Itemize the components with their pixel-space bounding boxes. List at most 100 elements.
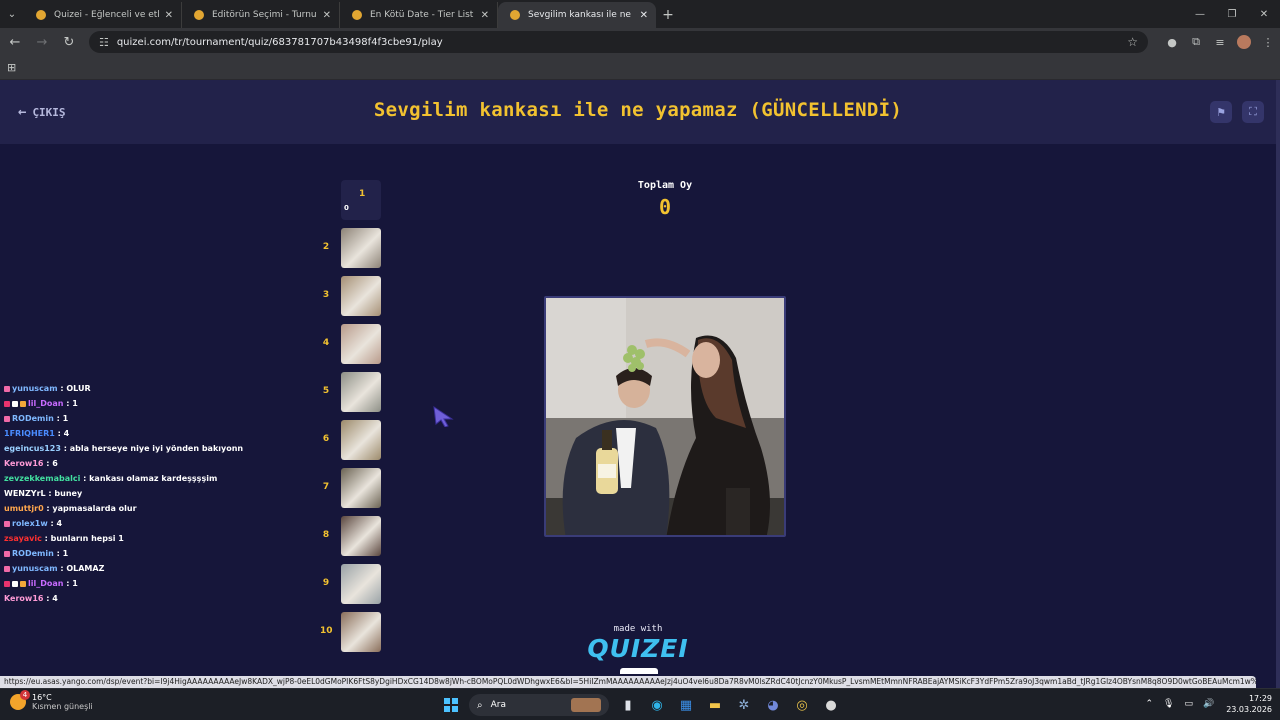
file-explorer-icon[interactable]: ▬ — [702, 693, 728, 717]
tab-title: Sevgilim kankası ile ne yapamaz — [528, 10, 634, 20]
ranking-item[interactable]: 9 — [320, 564, 390, 604]
browser-tab[interactable]: Editörün Seçimi - Turnuva - Quizei ✕ — [182, 2, 340, 28]
chat-message: WENZYrL : buney — [4, 486, 324, 501]
site-info-icon[interactable]: ☷ — [99, 36, 109, 49]
chat-separator: : — [43, 594, 53, 603]
ranking-item[interactable]: 5 — [320, 372, 390, 412]
puzzle-icon[interactable]: ⧉ — [1184, 30, 1208, 54]
page-title: Sevgilim kankası ile ne yapamaz (GÜNCELL… — [373, 99, 903, 121]
fullscreen-button[interactable]: ⛶ — [1242, 101, 1264, 123]
flag-report-button[interactable]: ⚑ — [1210, 101, 1232, 123]
favicon-icon — [510, 10, 520, 20]
url-text[interactable]: quizei.com/tr/tournament/quiz/683781707b… — [117, 37, 1127, 48]
chat-username[interactable]: RODemin — [12, 414, 54, 423]
chat-username[interactable]: 1FRIQHER1 — [4, 429, 55, 438]
ranking-item[interactable]: 8 — [320, 516, 390, 556]
tab-search-icon[interactable]: ⌄ — [0, 0, 24, 28]
close-tab-icon[interactable]: ✕ — [481, 10, 489, 21]
total-votes-value: 0 — [658, 195, 672, 219]
ranking-item-first[interactable]: 1 0 — [341, 180, 381, 220]
edge-browser-icon[interactable]: ◉ — [644, 693, 670, 717]
network-icon[interactable]: ▭ — [1184, 699, 1193, 709]
browser-tab[interactable]: Quizei - Eğlenceli ve etkileşimli ✕ — [24, 2, 182, 28]
chat-username[interactable]: umuttjr0 — [4, 504, 44, 513]
microphone-icon[interactable]: 🎙 — [1163, 699, 1174, 709]
weather-sun-icon: 4 — [10, 690, 30, 710]
task-view-icon[interactable]: ▮ — [615, 693, 641, 717]
window-controls: — ❐ ✕ — [1184, 0, 1280, 28]
chat-username[interactable]: Kerow16 — [4, 459, 43, 468]
apps-grid-icon[interactable]: ⊞ — [7, 61, 16, 74]
chat-badge-icon — [4, 580, 10, 587]
bookmarks-bar: ⊞ — [0, 56, 1280, 80]
forward-icon[interactable]: → — [30, 30, 54, 54]
profile-avatar[interactable] — [1232, 30, 1256, 54]
chat-separator: : — [47, 519, 57, 528]
chat-username[interactable]: Kerow16 — [4, 594, 43, 603]
chat-username[interactable]: rolex1w — [12, 519, 48, 528]
search-icon: ⌕ — [477, 699, 483, 711]
ranking-item[interactable]: 7 — [320, 468, 390, 508]
chat-username[interactable]: WENZYrL — [4, 489, 46, 498]
rank-number: 10 — [320, 626, 333, 636]
chat-message: RODemin : 1 — [4, 411, 324, 426]
chat-username[interactable]: yunuscam — [12, 384, 58, 393]
chat-separator: : — [63, 399, 73, 408]
extension-icon[interactable]: ● — [1160, 30, 1184, 54]
ranking-item[interactable]: 4 — [320, 324, 390, 364]
chat-badge-icon — [4, 565, 10, 572]
quizei-logo[interactable]: QUIZEI — [568, 634, 708, 663]
bookmark-star-icon[interactable]: ☆ — [1127, 35, 1138, 49]
taskbar-search[interactable]: ⌕ Ara — [469, 694, 609, 716]
media-controls-icon[interactable]: ≡ — [1208, 30, 1232, 54]
clock[interactable]: 17:29 23.03.2026 — [1226, 693, 1272, 715]
back-icon[interactable]: ← — [3, 30, 27, 54]
chat-username[interactable]: lil_Doan — [28, 399, 63, 408]
reload-icon[interactable]: ↻ — [57, 30, 81, 54]
quiz-option-image[interactable] — [544, 296, 786, 537]
ranking-item[interactable]: 2 — [320, 228, 390, 268]
chat-badge-icon — [4, 520, 10, 527]
close-tab-icon[interactable]: ✕ — [165, 10, 173, 21]
url-bar[interactable]: ☷ quizei.com/tr/tournament/quiz/68378170… — [88, 31, 1149, 53]
rank-number: 3 — [322, 290, 330, 300]
chrome-icon[interactable]: ◎ — [789, 693, 815, 717]
browser-tab[interactable]: En Kötü Date - Tier List | Kör Sıralama ✕ — [340, 2, 498, 28]
maximize-icon[interactable]: ❐ — [1216, 0, 1248, 28]
tray-overflow-icon[interactable]: ⌃ — [1145, 699, 1153, 709]
chat-message: lil_Doan : 1 — [4, 396, 324, 411]
extension-icons: ● ⧉ ≡ ⋮ — [1160, 30, 1280, 54]
chat-username[interactable]: yunuscam — [12, 564, 58, 573]
close-window-icon[interactable]: ✕ — [1248, 0, 1280, 28]
chat-username[interactable]: zsayavic — [4, 534, 42, 543]
ranking-item[interactable]: 3 — [320, 276, 390, 316]
minimize-icon[interactable]: — — [1184, 0, 1216, 28]
chat-separator: : — [80, 474, 90, 483]
chat-username[interactable]: zevzekkemabalci — [4, 474, 80, 483]
chat-message: yunuscam : OLAMAZ — [4, 561, 324, 576]
chat-text: 4 — [63, 429, 70, 438]
settings-gear-icon[interactable]: ✲ — [731, 693, 757, 717]
start-button[interactable] — [438, 693, 464, 717]
weather-widget[interactable]: 4 16°C Kısmen güneşli — [10, 690, 93, 711]
chat-username[interactable]: egeincus123 — [4, 444, 61, 453]
browser-tab[interactable]: Sevgilim kankası ile ne yapamaz ✕ — [498, 2, 656, 28]
discord-icon[interactable]: ◕ — [760, 693, 786, 717]
close-tab-icon[interactable]: ✕ — [323, 10, 331, 21]
chat-badge-icon — [4, 385, 10, 392]
chat-username[interactable]: RODemin — [12, 549, 54, 558]
volume-icon[interactable]: 🔊 — [1203, 699, 1214, 709]
close-tab-icon[interactable]: ✕ — [640, 10, 648, 21]
new-tab-button[interactable]: + — [656, 2, 680, 28]
chat-badge-icon — [12, 400, 18, 407]
chat-message: egeincus123 : abla herseye niye iyi yönd… — [4, 441, 324, 456]
rank-thumbnail — [341, 612, 381, 652]
obs-icon[interactable]: ● — [818, 693, 844, 717]
ranking-item[interactable]: 6 — [320, 420, 390, 460]
page-scrollbar[interactable] — [1276, 80, 1280, 688]
ranking-item[interactable]: 10 — [320, 612, 390, 652]
chat-separator: : — [60, 444, 70, 453]
chat-username[interactable]: lil_Doan — [28, 579, 63, 588]
store-icon[interactable]: ▦ — [673, 693, 699, 717]
kebab-menu-icon[interactable]: ⋮ — [1256, 30, 1280, 54]
